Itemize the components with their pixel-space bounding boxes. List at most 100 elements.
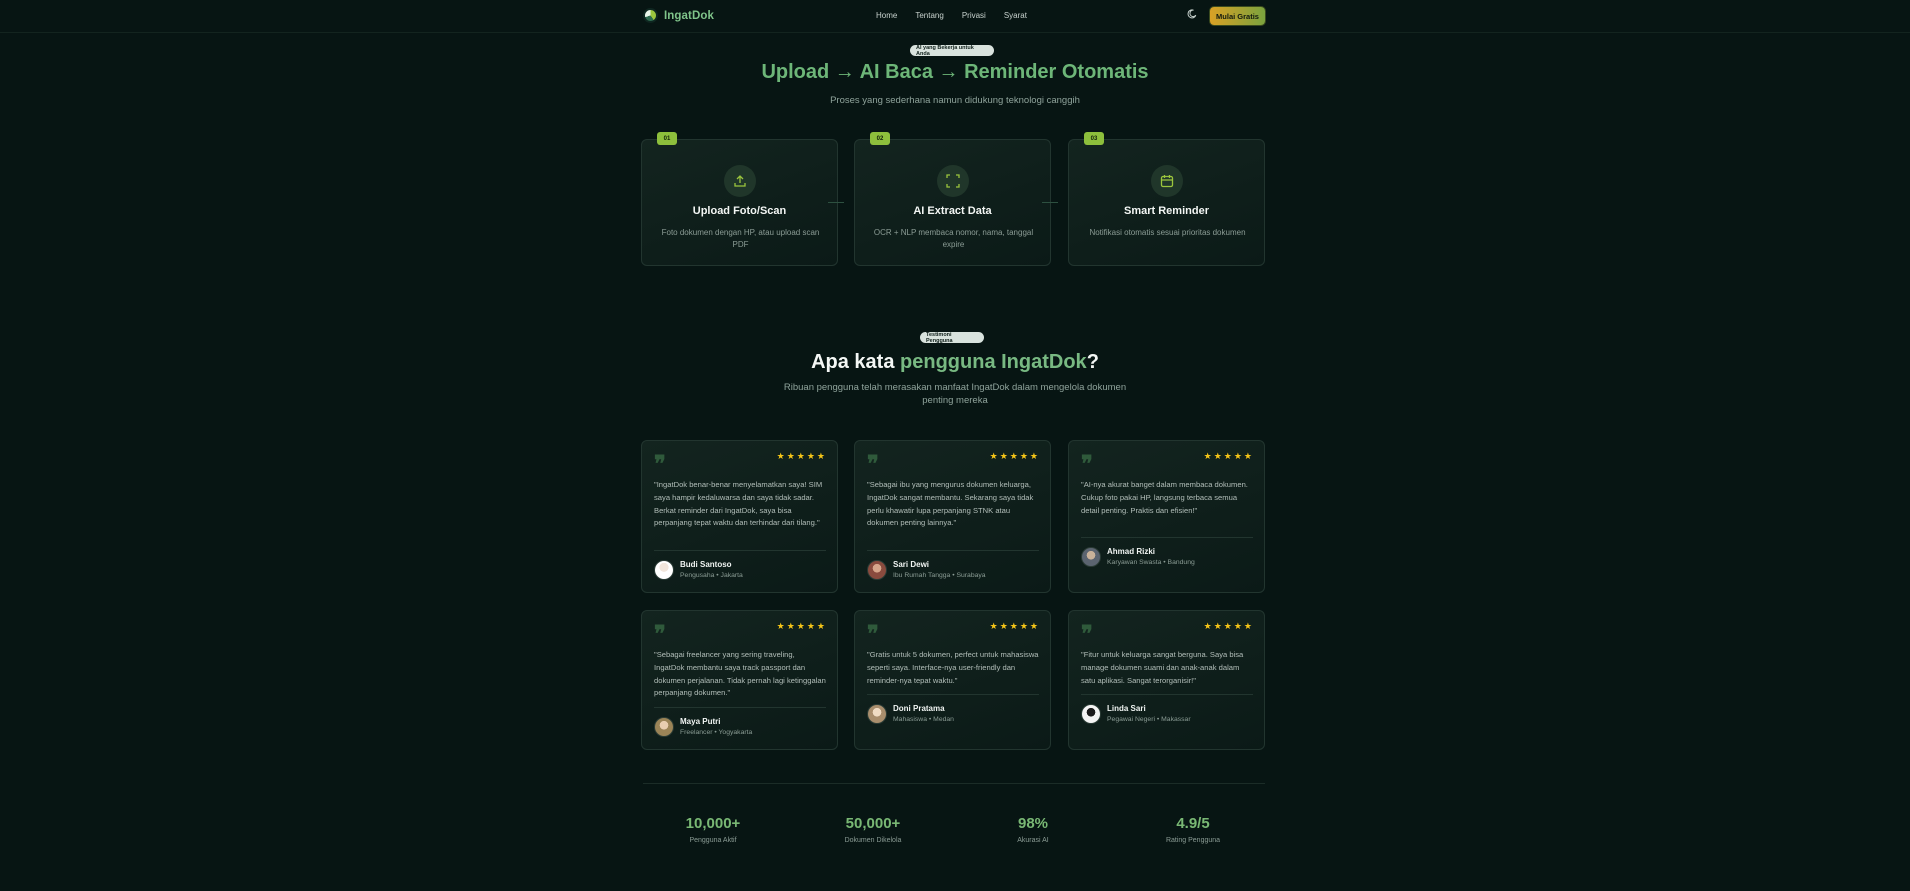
star-icon: ★ bbox=[1213, 451, 1222, 461]
star-icon: ★ bbox=[1019, 621, 1028, 631]
testimonial-role: Ibu Rumah Tangga • Surabaya bbox=[893, 572, 986, 579]
step-card-upload: 01 Upload Foto/Scan Foto dokumen dengan … bbox=[641, 132, 838, 266]
star-icon: ★ bbox=[989, 621, 998, 631]
star-icon: ★ bbox=[1243, 621, 1252, 631]
testimonial-name: Doni Pratama bbox=[893, 704, 945, 713]
avatar bbox=[654, 717, 674, 737]
star-icon: ★ bbox=[1029, 621, 1038, 631]
star-rating: ★ ★ ★ ★ ★ bbox=[777, 621, 825, 631]
step-description: OCR + NLP membaca nomor, nama, tanggal e… bbox=[873, 228, 1034, 249]
step-title: Upload Foto/Scan bbox=[692, 205, 787, 217]
stat-label: Akurasi AI bbox=[1017, 837, 1049, 844]
step-description: Foto dokumen dengan HP, atau upload scan… bbox=[661, 228, 820, 249]
star-icon: ★ bbox=[1243, 451, 1252, 461]
avatar bbox=[654, 560, 674, 580]
nav-link-privasi[interactable]: Privasi bbox=[962, 11, 986, 20]
star-icon: ★ bbox=[999, 621, 1008, 631]
star-icon: ★ bbox=[806, 621, 815, 631]
testimonial-card: ❞ ★ ★ ★ ★ ★ "Gratis untuk 5 dokumen, perfect… bbox=[854, 610, 1051, 750]
nav-links: Home Tentang Privasi Syarat bbox=[876, 11, 1027, 20]
star-icon: ★ bbox=[786, 451, 795, 461]
stat-users: 10,000+ Pengguna Aktif bbox=[643, 815, 783, 844]
testimonial-text: "IngatDok benar-benar menyelamatkan saya… bbox=[654, 480, 823, 528]
testimonial-card: ❞ ★ ★ ★ ★ ★ "Sebagai freelancer yang sering … bbox=[641, 610, 838, 750]
section-subtitle: Proses yang sederhana namun didukung tek… bbox=[830, 95, 1080, 106]
title-highlight: pengguna IngatDok bbox=[900, 351, 1087, 373]
star-icon: ★ bbox=[776, 451, 785, 461]
divider bbox=[654, 707, 826, 708]
testimonial-card: ❞ ★ ★ ★ ★ ★ "Sebagai ibu yang mengurus dokum… bbox=[854, 440, 1051, 593]
testimonial-name: Linda Sari bbox=[1107, 704, 1146, 713]
testimonial-role: Mahasiswa • Medan bbox=[893, 716, 954, 723]
stat-value: 98% bbox=[1017, 815, 1049, 832]
subtitle-line: Ribuan pengguna telah merasakan manfaat … bbox=[783, 382, 1127, 393]
star-icon: ★ bbox=[989, 451, 998, 461]
star-rating: ★ ★ ★ ★ ★ bbox=[1204, 621, 1252, 631]
upload-icon bbox=[724, 165, 756, 197]
star-rating: ★ ★ ★ ★ ★ bbox=[777, 451, 825, 461]
divider bbox=[654, 550, 826, 551]
star-icon: ★ bbox=[796, 451, 805, 461]
step-number: 01 bbox=[657, 132, 677, 145]
brand-name: IngatDok bbox=[664, 9, 714, 22]
testimonial-text: "AI-nya akurat banget dalam membaca doku… bbox=[1081, 480, 1248, 515]
avatar bbox=[867, 560, 887, 580]
avatar bbox=[1081, 547, 1101, 567]
star-icon: ★ bbox=[1223, 451, 1232, 461]
star-icon: ★ bbox=[1203, 451, 1212, 461]
star-icon: ★ bbox=[1233, 451, 1242, 461]
step-title: Smart Reminder bbox=[1124, 205, 1209, 217]
navbar: IngatDok Home Tentang Privasi Syarat Mul… bbox=[0, 0, 1910, 33]
testimonial-text: "Fitur untuk keluarga sangat berguna. Sa… bbox=[1081, 650, 1244, 685]
star-icon: ★ bbox=[1019, 451, 1028, 461]
star-icon: ★ bbox=[796, 621, 805, 631]
section-badge: AI yang Bekerja untuk Anda bbox=[910, 45, 994, 57]
testimonial-text: "Sebagai freelancer yang sering travelin… bbox=[654, 650, 826, 698]
calendar-icon bbox=[1151, 165, 1183, 197]
divider bbox=[1081, 694, 1253, 695]
stat-rating: 4.9/5 Rating Pengguna bbox=[1123, 815, 1263, 844]
avatar bbox=[1081, 704, 1101, 724]
step-connector bbox=[1042, 202, 1058, 203]
testimonial-card: ❞ ★ ★ ★ ★ ★ "IngatDok benar-benar menyelamat… bbox=[641, 440, 838, 593]
nav-link-home[interactable]: Home bbox=[876, 11, 897, 20]
testimonial-name: Sari Dewi bbox=[893, 560, 930, 569]
nav-link-syarat[interactable]: Syarat bbox=[1004, 11, 1027, 20]
start-free-button[interactable]: Mulai Gratis bbox=[1210, 7, 1265, 25]
brand-logo-link[interactable]: IngatDok bbox=[643, 8, 714, 23]
subtitle-line: penting mereka bbox=[922, 395, 988, 406]
step-description: Notifikasi otomatis sesuai prioritas dok… bbox=[1089, 228, 1246, 237]
step-title: AI Extract Data bbox=[913, 205, 992, 217]
stat-accuracy: 98% Akurasi AI bbox=[963, 815, 1103, 844]
stat-value: 10,000+ bbox=[685, 815, 741, 832]
star-icon: ★ bbox=[1203, 621, 1212, 631]
quote-icon: ❞ bbox=[867, 621, 879, 647]
title-part: ? bbox=[1086, 351, 1099, 373]
testimonial-title: Apa kata pengguna IngatDok? bbox=[0, 351, 1910, 374]
testimonial-name: Ahmad Rizki bbox=[1107, 547, 1156, 556]
testimonial-role: Pegawai Negeri • Makassar bbox=[1107, 716, 1191, 723]
stat-label: Rating Pengguna bbox=[1165, 837, 1221, 844]
testimonial-name: Budi Santoso bbox=[680, 560, 732, 569]
moon-icon[interactable] bbox=[1187, 9, 1197, 19]
star-icon: ★ bbox=[816, 621, 825, 631]
star-icon: ★ bbox=[1009, 451, 1018, 461]
star-icon: ★ bbox=[786, 621, 795, 631]
testimonial-text: "Gratis untuk 5 dokumen, perfect untuk m… bbox=[867, 650, 1039, 685]
testimonial-badge: Testimoni Pengguna bbox=[920, 332, 984, 344]
stat-value: 50,000+ bbox=[845, 815, 901, 832]
star-icon: ★ bbox=[776, 621, 785, 631]
divider bbox=[867, 694, 1039, 695]
nav-link-tentang[interactable]: Tentang bbox=[915, 11, 943, 20]
quote-icon: ❞ bbox=[1081, 451, 1093, 477]
stats-divider bbox=[643, 783, 1265, 784]
quote-icon: ❞ bbox=[654, 451, 666, 477]
testimonial-text: "Sebagai ibu yang mengurus dokumen kelua… bbox=[867, 480, 1034, 528]
step-card-ai-extract: 02 AI Extract Data OCR + NLP membaca nom… bbox=[854, 132, 1051, 266]
star-icon: ★ bbox=[806, 451, 815, 461]
step-number: 03 bbox=[1084, 132, 1104, 145]
quote-icon: ❞ bbox=[654, 621, 666, 647]
star-rating: ★ ★ ★ ★ ★ bbox=[990, 621, 1038, 631]
star-icon: ★ bbox=[1029, 451, 1038, 461]
star-icon: ★ bbox=[1009, 621, 1018, 631]
